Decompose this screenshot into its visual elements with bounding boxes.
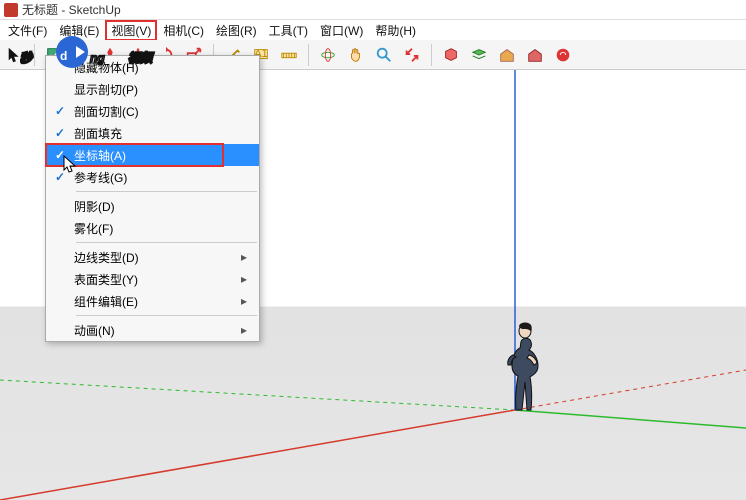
layers-icon[interactable] — [468, 44, 490, 66]
submenu-arrow-icon: ▸ — [241, 294, 259, 308]
menu-item-shadows[interactable]: 阴影(D) — [46, 195, 259, 217]
menu-edit[interactable]: 编辑(E) — [53, 20, 105, 41]
extension-icon[interactable] — [552, 44, 574, 66]
menu-separator — [76, 242, 257, 243]
menu-view[interactable]: 视图(V) — [105, 20, 157, 41]
toolbar-separator — [34, 44, 35, 66]
axis-red-neg — [515, 370, 746, 410]
zoom-extents-icon[interactable] — [401, 44, 423, 66]
axis-green — [515, 410, 746, 428]
pan-icon[interactable] — [345, 44, 367, 66]
menu-item-fog[interactable]: 雾化(F) — [46, 217, 259, 239]
menu-help[interactable]: 帮助(H) — [369, 20, 422, 41]
toolbar-separator — [431, 44, 432, 66]
warehouse-upload-icon[interactable] — [524, 44, 546, 66]
cursor-pointer-icon — [63, 155, 79, 178]
check-icon: ✓ — [46, 126, 74, 140]
zoom-icon[interactable] — [373, 44, 395, 66]
menu-item-hidden-geometry[interactable]: 隐藏物体(H) — [46, 56, 259, 78]
menu-tools[interactable]: 工具(T) — [263, 20, 314, 41]
warehouse-icon[interactable] — [496, 44, 518, 66]
menu-window[interactable]: 窗口(W) — [314, 20, 369, 41]
app-icon — [4, 3, 18, 17]
menu-separator — [76, 191, 257, 192]
menu-separator — [76, 315, 257, 316]
menu-item-section-fill[interactable]: ✓剖面填充 — [46, 122, 259, 144]
title-bar: 无标题 - SketchUp — [0, 0, 746, 20]
axis-green-neg — [0, 380, 515, 410]
menu-item-animation[interactable]: 动画(N)▸ — [46, 319, 259, 341]
scale-figure — [500, 320, 542, 418]
orbit-icon[interactable] — [317, 44, 339, 66]
check-icon: ✓ — [46, 104, 74, 118]
select-tool-icon[interactable] — [4, 44, 26, 66]
tape-tool-icon[interactable] — [278, 44, 300, 66]
menu-item-face-style[interactable]: 表面类型(Y)▸ — [46, 268, 259, 290]
view-menu-dropdown: 隐藏物体(H) 显示剖切(P) ✓剖面切割(C) ✓剖面填充 ✓坐标轴(A) ✓… — [45, 55, 260, 342]
submenu-arrow-icon: ▸ — [241, 272, 259, 286]
menu-item-edge-style[interactable]: 边线类型(D)▸ — [46, 246, 259, 268]
submenu-arrow-icon: ▸ — [241, 250, 259, 264]
title-text: 无标题 - SketchUp — [22, 1, 121, 18]
component-icon[interactable] — [440, 44, 462, 66]
menu-item-show-section[interactable]: 显示剖切(P) — [46, 78, 259, 100]
menu-camera[interactable]: 相机(C) — [157, 20, 210, 41]
axis-red — [0, 410, 515, 500]
menu-bar: 文件(F) 编辑(E) 视图(V) 相机(C) 绘图(R) 工具(T) 窗口(W… — [0, 20, 746, 40]
menu-draw[interactable]: 绘图(R) — [210, 20, 263, 41]
menu-item-component-edit[interactable]: 组件编辑(E)▸ — [46, 290, 259, 312]
toolbar-separator — [308, 44, 309, 66]
submenu-arrow-icon: ▸ — [241, 323, 259, 337]
menu-item-section-planes[interactable]: ✓剖面切割(C) — [46, 100, 259, 122]
menu-file[interactable]: 文件(F) — [2, 20, 53, 41]
